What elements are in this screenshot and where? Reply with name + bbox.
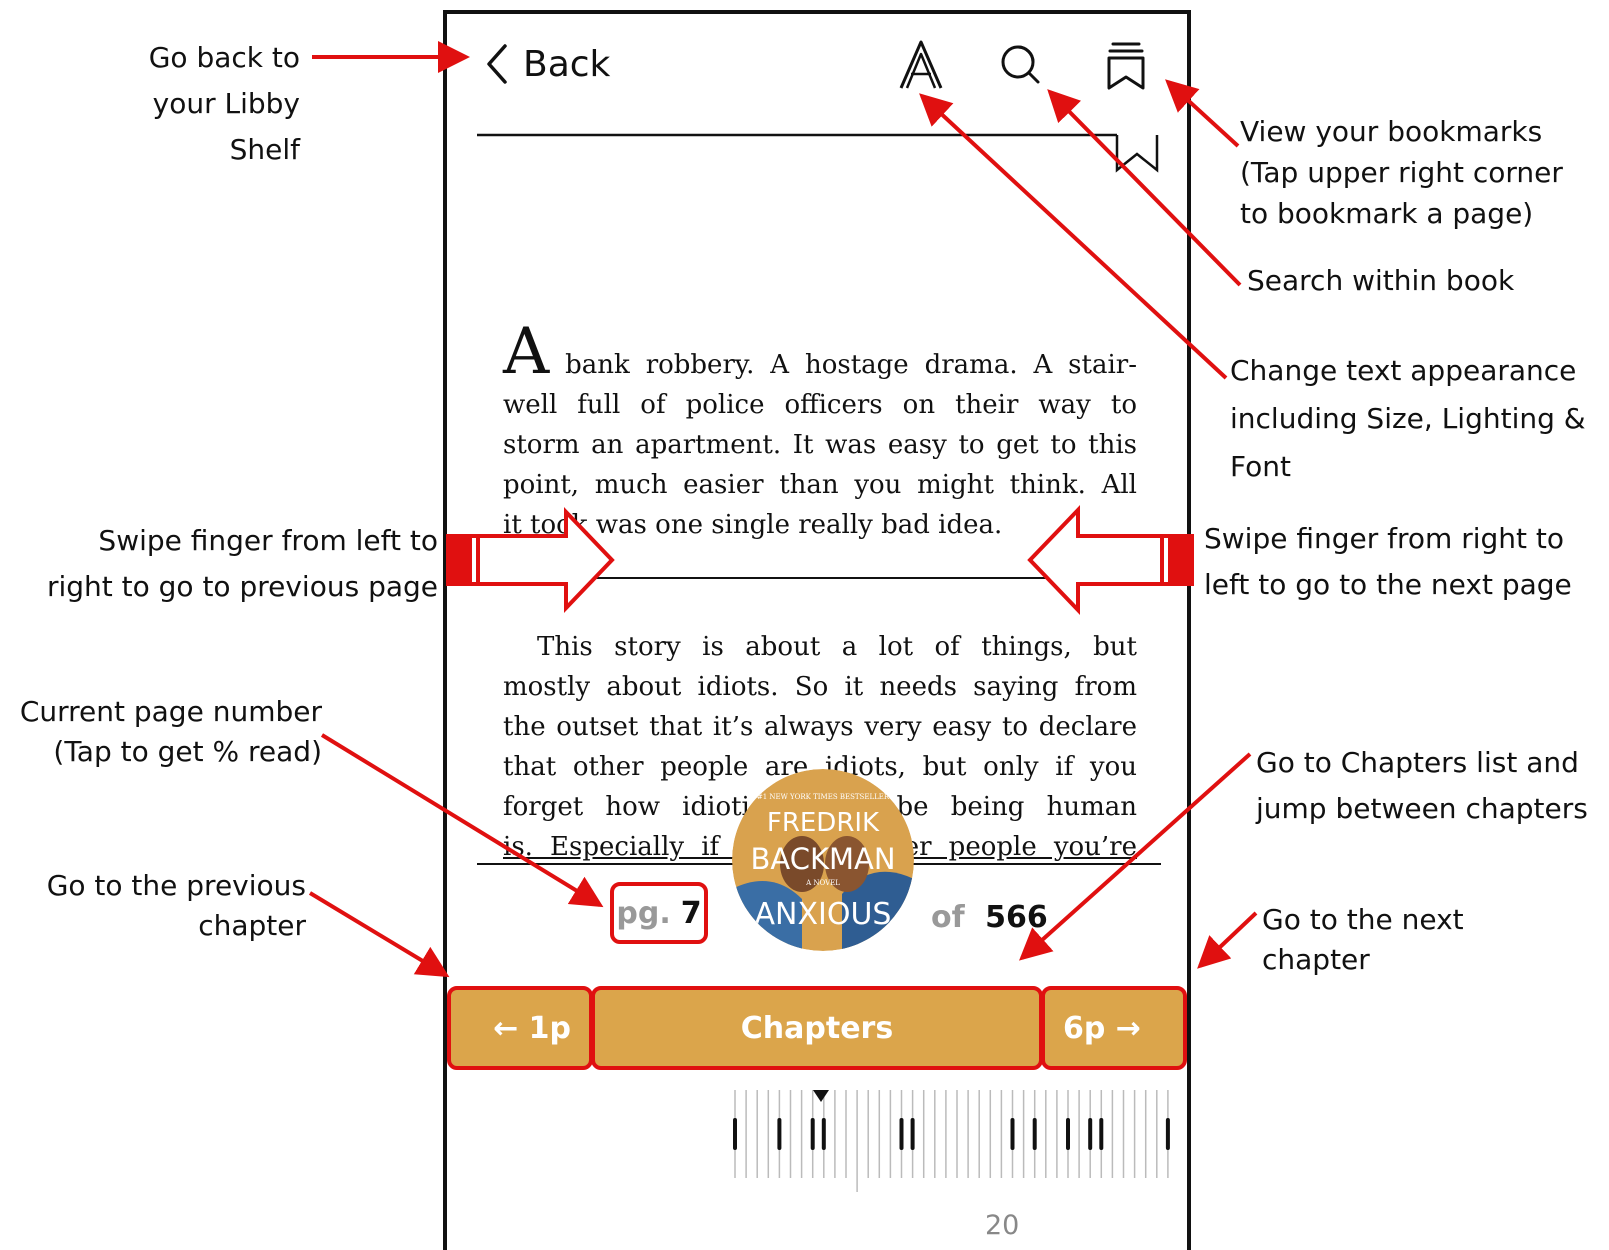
arrow-appearance: [919, 93, 1228, 380]
arrow-chapters: [1019, 752, 1252, 961]
arrow-page-number: [320, 733, 604, 908]
arrow-bookmarks: [1165, 79, 1240, 148]
arrow-next-chapter: [1197, 911, 1258, 969]
swipe-left-arrow: [1027, 505, 1194, 615]
annotation-overlay: [308, 41, 1258, 978]
arrow-prev-chapter: [308, 891, 450, 978]
swipe-right-arrow: [446, 507, 615, 613]
annotation-arrows: [308, 41, 1258, 978]
